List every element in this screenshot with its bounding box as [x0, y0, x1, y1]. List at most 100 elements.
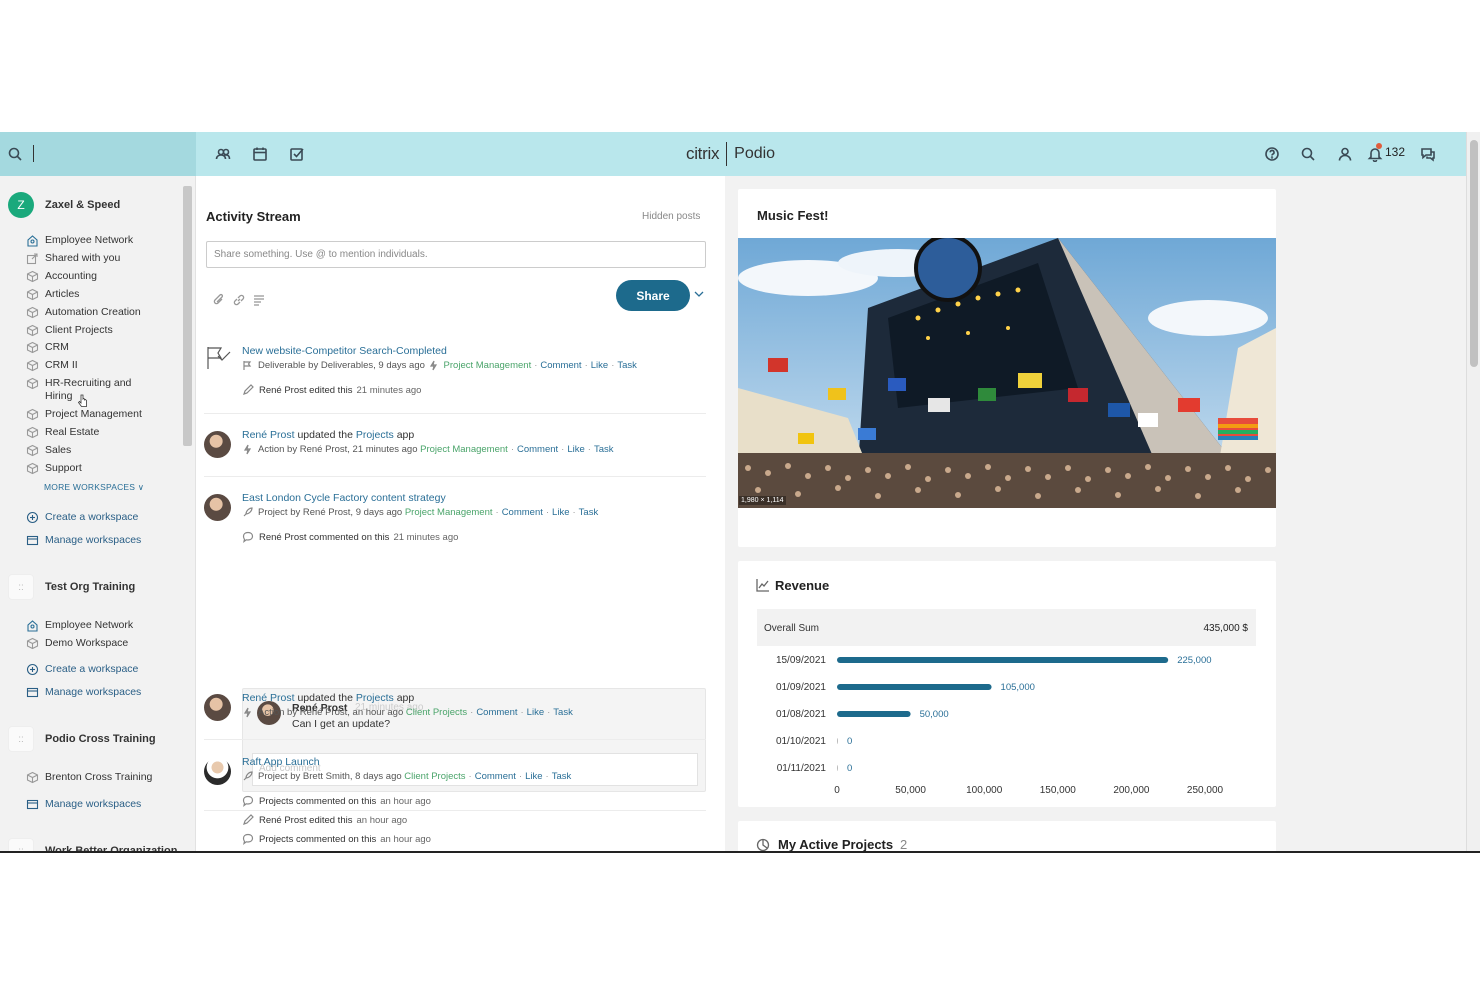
sidebar-item-employee-network[interactable]: Employee Network	[26, 619, 176, 632]
revenue-bar[interactable]	[837, 765, 838, 771]
link-icon[interactable]	[232, 293, 246, 307]
sidebar-item-demo-workspace[interactable]: Demo Workspace	[26, 637, 176, 650]
sidebar-scrollbar[interactable]	[183, 186, 192, 446]
contacts-icon[interactable]	[213, 144, 233, 164]
feed-sub-event: René Prost edited this an hour ago	[242, 814, 407, 826]
org-header[interactable]: :: Podio Cross Training	[8, 726, 156, 752]
top-bar: citrix Podio 132	[0, 132, 1466, 176]
task-link[interactable]: Task	[579, 507, 599, 518]
manage-workspaces-link[interactable]: Manage workspaces	[26, 798, 176, 811]
sidebar-item-label: Demo Workspace	[45, 637, 129, 649]
sidebar-item-crm[interactable]: CRM	[26, 341, 176, 354]
revenue-bar[interactable]	[837, 711, 911, 717]
page-scrollbar[interactable]	[1466, 132, 1480, 851]
feed-sub-event: Projects commented on this an hour ago	[242, 795, 431, 807]
plus-circle-icon	[26, 511, 39, 524]
global-search-box[interactable]	[0, 132, 196, 176]
workspace-link[interactable]: Project Management	[405, 507, 493, 518]
workspace-link[interactable]: Client Projects	[404, 771, 465, 782]
sidebar-item-sales[interactable]: Sales	[26, 444, 176, 457]
sidebar-item-client-projects[interactable]: Client Projects	[26, 324, 176, 337]
feed-item-title-link[interactable]: Raft App Launch	[242, 756, 320, 768]
sidebar-item-real-estate[interactable]: Real Estate	[26, 426, 176, 439]
sidebar-item-accounting[interactable]: Accounting	[26, 270, 176, 283]
task-link[interactable]: Task	[552, 771, 572, 782]
x-tick-label: 0	[834, 785, 840, 796]
workspace-link[interactable]: Client Projects	[406, 707, 467, 718]
like-link[interactable]: Like	[567, 444, 584, 455]
feed-sub-event: René Prost edited this 21 minutes ago	[242, 384, 421, 396]
chat-icon[interactable]	[1418, 144, 1438, 164]
actor-link[interactable]: René Prost	[242, 692, 295, 704]
plus-circle-icon	[26, 663, 39, 676]
workspace-icon	[26, 270, 39, 283]
bar-value-label: 0	[847, 736, 852, 747]
question-icon[interactable]	[252, 293, 266, 307]
object-link[interactable]: Projects	[356, 692, 394, 704]
sidebar-item-crm-ii[interactable]: CRM II	[26, 359, 176, 372]
festival-image[interactable]: 1,980 × 1,114	[738, 238, 1276, 508]
sidebar-item-brenton-cross-training[interactable]: Brenton Cross Training	[26, 771, 176, 784]
feed-item-title-link[interactable]: New website-Competitor Search-Completed	[242, 345, 447, 357]
sidebar-item-employee-network[interactable]: Employee Network	[26, 234, 176, 247]
avatar[interactable]	[204, 758, 231, 785]
object-link[interactable]: Projects	[356, 429, 394, 441]
more-workspaces-toggle[interactable]: MORE WORKSPACES ∨	[44, 482, 144, 493]
comment-link[interactable]: Comment	[475, 771, 516, 782]
sidebar-item-shared-with-you[interactable]: Shared with you	[26, 252, 176, 265]
task-link[interactable]: Task	[553, 707, 573, 718]
revenue-bar[interactable]	[837, 738, 838, 744]
avatar[interactable]	[204, 694, 231, 721]
comment-link[interactable]: Comment	[502, 507, 543, 518]
tasks-icon[interactable]	[287, 144, 307, 164]
share-status-input[interactable]: Share something. Use @ to mention indivi…	[206, 241, 706, 268]
hidden-posts-link[interactable]: Hidden posts	[642, 211, 700, 222]
notification-count[interactable]: 132	[1385, 145, 1405, 159]
card-title: Revenue	[775, 578, 830, 593]
org-header[interactable]: Z Zaxel & Speed	[8, 192, 120, 218]
like-link[interactable]: Like	[591, 360, 608, 371]
user-profile-icon[interactable]	[1335, 144, 1355, 164]
scrollbar-thumb[interactable]	[1470, 140, 1478, 367]
feed-item-meta: Deliverable by Deliverables, 9 days ago …	[242, 360, 637, 371]
comment-link[interactable]: Comment	[476, 707, 517, 718]
sidebar-item-articles[interactable]: Articles	[26, 288, 176, 301]
manage-workspaces-link[interactable]: Manage workspaces	[26, 534, 176, 547]
sidebar-item-automation-creation[interactable]: Automation Creation	[26, 306, 176, 319]
x-tick-label: 150,000	[1040, 785, 1077, 796]
org-header[interactable]: :: Test Org Training	[8, 574, 135, 600]
workspace-link[interactable]: Project Management	[444, 360, 532, 371]
avatar[interactable]	[204, 431, 231, 458]
avatar[interactable]	[204, 494, 231, 521]
citrix-podio-logo[interactable]: citrix Podio	[686, 141, 775, 167]
attachment-icon[interactable]	[212, 293, 226, 307]
like-link[interactable]: Like	[527, 707, 544, 718]
comment-link[interactable]: Comment	[517, 444, 558, 455]
comment-link[interactable]: Comment	[540, 360, 581, 371]
sidebar-item-project-management[interactable]: Project Management	[26, 408, 176, 421]
revenue-bar[interactable]	[837, 657, 1169, 663]
actor-link[interactable]: René Prost	[242, 429, 295, 441]
task-link[interactable]: Task	[617, 360, 637, 371]
search-icon[interactable]	[5, 144, 25, 164]
calendar-icon[interactable]	[250, 144, 270, 164]
sidebar-item-support[interactable]: Support	[26, 462, 176, 475]
feed-item-title-link[interactable]: East London Cycle Factory content strate…	[242, 492, 446, 504]
search-icon[interactable]	[1298, 144, 1318, 164]
help-icon[interactable]	[1262, 144, 1282, 164]
share-button[interactable]: Share	[616, 280, 690, 311]
manage-workspaces-link[interactable]: Manage workspaces	[26, 686, 176, 699]
create-workspace-link[interactable]: Create a workspace	[26, 511, 176, 524]
activity-stream-title: Activity Stream	[206, 209, 301, 224]
bell-icon[interactable]	[1365, 144, 1385, 164]
workspace-link[interactable]: Project Management	[420, 444, 508, 455]
create-workspace-link[interactable]: Create a workspace	[26, 663, 176, 676]
meta-by: by	[290, 771, 301, 782]
like-link[interactable]: Like	[525, 771, 542, 782]
mouse-cursor-icon	[78, 394, 87, 407]
like-link[interactable]: Like	[552, 507, 569, 518]
revenue-bar[interactable]	[837, 684, 992, 690]
task-link[interactable]: Task	[594, 444, 614, 455]
org-header[interactable]: :: Work Better Organization	[8, 838, 177, 851]
chevron-down-icon[interactable]	[693, 287, 705, 299]
